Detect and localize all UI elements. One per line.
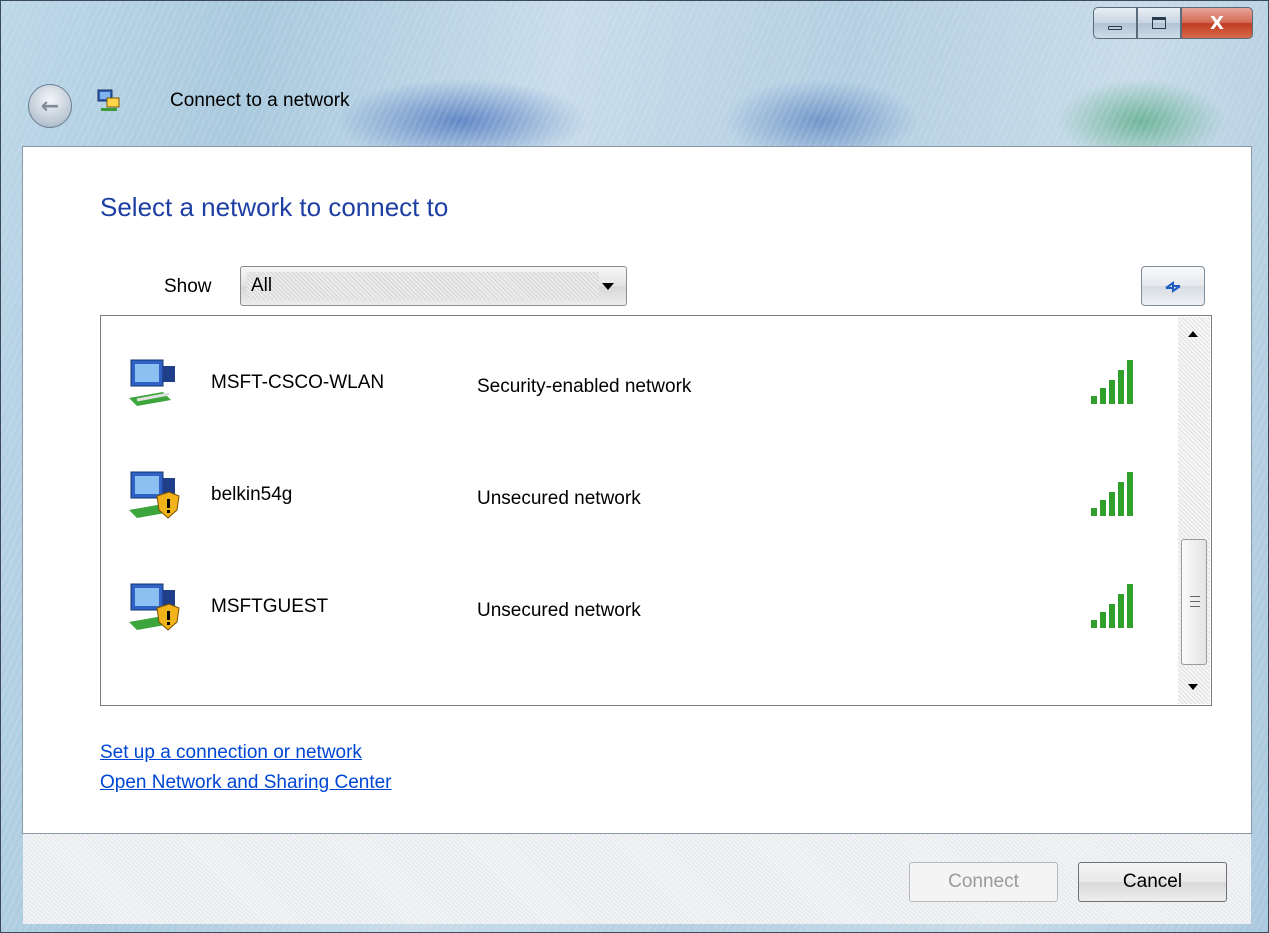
network-row[interactable]: belkin54g Unsecured network xyxy=(101,436,1171,536)
signal-strength-icon xyxy=(1091,360,1133,404)
network-icon xyxy=(97,89,120,111)
close-icon: X xyxy=(1210,12,1224,34)
unsecured-network-icon xyxy=(129,471,180,519)
network-row[interactable]: MSFTGUEST Unsecured network xyxy=(101,548,1171,648)
page-heading: Select a network to connect to xyxy=(100,192,449,222)
signal-strength-icon xyxy=(1091,472,1133,516)
network-security: Unsecured network xyxy=(477,600,641,621)
maximize-button[interactable] xyxy=(1137,7,1181,39)
network-sharing-center-link[interactable]: Open Network and Sharing Center xyxy=(100,772,392,794)
scroll-thumb[interactable] xyxy=(1181,539,1207,665)
network-name: belkin54g xyxy=(211,484,293,505)
vertical-scrollbar[interactable] xyxy=(1178,317,1210,704)
show-filter-value: All xyxy=(251,275,273,296)
chevron-down-icon xyxy=(602,283,614,290)
scroll-down-arrow-icon[interactable] xyxy=(1188,684,1198,690)
signal-strength-icon xyxy=(1091,584,1133,628)
network-security: Unsecured network xyxy=(477,488,641,509)
select-value-area xyxy=(247,272,599,300)
setup-connection-link[interactable]: Set up a connection or network xyxy=(100,742,362,764)
minimize-icon xyxy=(1108,26,1122,30)
connect-button[interactable]: Connect xyxy=(909,862,1058,902)
refresh-icon xyxy=(1165,281,1181,293)
close-button[interactable]: X xyxy=(1181,7,1253,39)
show-label: Show xyxy=(164,276,212,297)
cancel-button[interactable]: Cancel xyxy=(1078,862,1227,902)
network-name: MSFT-CSCO-WLAN xyxy=(211,372,385,393)
scroll-up-arrow-icon[interactable] xyxy=(1188,331,1198,337)
show-filter-select[interactable]: All xyxy=(240,266,627,306)
window-title: Connect to a network xyxy=(170,90,350,111)
unsecured-network-icon xyxy=(129,583,180,631)
caption-buttons: X xyxy=(1093,7,1253,39)
network-row[interactable]: MSFT-CSCO-WLAN Security-enabled network xyxy=(101,324,1171,424)
grip-icon xyxy=(1190,596,1200,607)
network-list: MSFT-CSCO-WLAN Security-enabled network … xyxy=(100,315,1212,706)
network-name: MSFTGUEST xyxy=(211,596,329,617)
network-security: Security-enabled network xyxy=(477,376,692,397)
wireless-network-icon xyxy=(129,359,175,406)
maximize-icon xyxy=(1152,17,1166,29)
back-arrow-icon: ← xyxy=(40,93,60,119)
dialog-footer xyxy=(23,834,1251,924)
minimize-button[interactable] xyxy=(1093,7,1137,39)
back-button[interactable]: ← xyxy=(28,84,72,128)
refresh-button[interactable] xyxy=(1141,266,1205,306)
